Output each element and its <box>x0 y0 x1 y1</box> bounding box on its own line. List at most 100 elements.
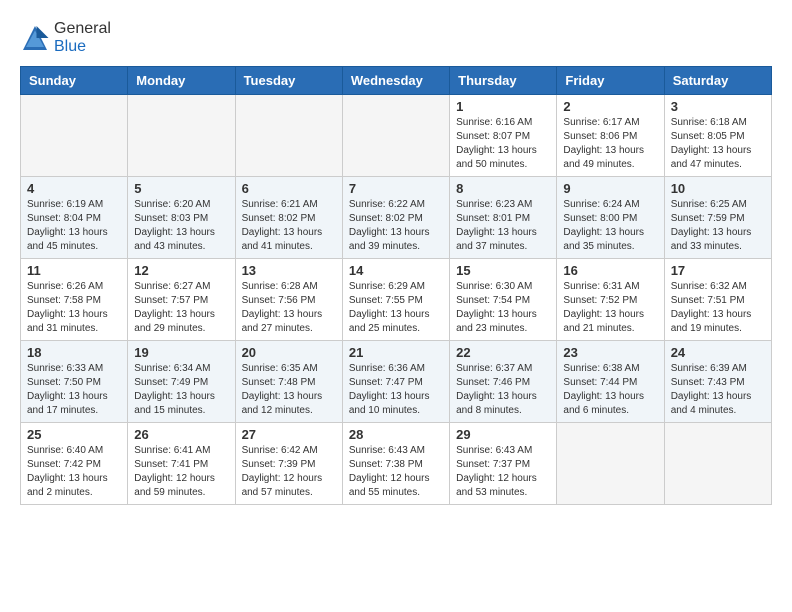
day-info: Sunrise: 6:20 AM Sunset: 8:03 PM Dayligh… <box>134 198 228 254</box>
calendar-cell: 19 Sunrise: 6:34 AM Sunset: 7:49 PM Dayli… <box>128 341 235 423</box>
day-info: Sunrise: 6:43 AM Sunset: 7:38 PM Dayligh… <box>349 444 443 500</box>
day-number: 17 <box>671 263 765 278</box>
day-info: Sunrise: 6:16 AM Sunset: 8:07 PM Dayligh… <box>456 116 550 172</box>
day-number: 29 <box>456 427 550 442</box>
calendar-cell: 1Sunrise: 6:16 AM Sunset: 8:07 PM Daylig… <box>450 95 557 177</box>
day-number: 26 <box>134 427 228 442</box>
day-info: Sunrise: 6:36 AM Sunset: 7:47 PM Dayligh… <box>349 362 443 418</box>
day-number: 13 <box>242 263 336 278</box>
calendar-cell <box>235 95 342 177</box>
day-info: Sunrise: 6:28 AM Sunset: 7:56 PM Dayligh… <box>242 280 336 336</box>
calendar-cell: 6Sunrise: 6:21 AM Sunset: 8:02 PM Daylig… <box>235 177 342 259</box>
calendar-cell <box>128 95 235 177</box>
day-number: 24 <box>671 345 765 360</box>
logo-icon <box>20 23 50 53</box>
calendar-cell: 11 Sunrise: 6:26 AM Sunset: 7:58 PM Dayli… <box>21 259 128 341</box>
day-info: Sunrise: 6:17 AM Sunset: 8:06 PM Dayligh… <box>563 116 657 172</box>
day-number: 15 <box>456 263 550 278</box>
day-number: 2 <box>563 99 657 114</box>
calendar-cell <box>557 423 664 505</box>
calendar-cell: 18 Sunrise: 6:33 AM Sunset: 7:50 PM Dayli… <box>21 341 128 423</box>
calendar-cell: 16 Sunrise: 6:31 AM Sunset: 7:52 PM Dayli… <box>557 259 664 341</box>
day-number: 18 <box>27 345 121 360</box>
calendar-cell: 4 Sunrise: 6:19 AM Sunset: 8:04 PM Daylig… <box>21 177 128 259</box>
day-number: 19 <box>134 345 228 360</box>
day-info: Sunrise: 6:19 AM Sunset: 8:04 PM Dayligh… <box>27 198 121 254</box>
day-number: 14 <box>349 263 443 278</box>
page-header: General Blue <box>20 20 772 56</box>
calendar-cell <box>342 95 449 177</box>
day-number: 28 <box>349 427 443 442</box>
col-header-monday: Monday <box>128 67 235 95</box>
calendar-cell: 25 Sunrise: 6:40 AM Sunset: 7:42 PM Dayli… <box>21 423 128 505</box>
day-info: Sunrise: 6:41 AM Sunset: 7:41 PM Dayligh… <box>134 444 228 500</box>
day-info: Sunrise: 6:18 AM Sunset: 8:05 PM Dayligh… <box>671 116 765 172</box>
calendar-cell: 26 Sunrise: 6:41 AM Sunset: 7:41 PM Dayli… <box>128 423 235 505</box>
day-info: Sunrise: 6:31 AM Sunset: 7:52 PM Dayligh… <box>563 280 657 336</box>
logo-blue-text: Blue <box>54 38 86 55</box>
col-header-sunday: Sunday <box>21 67 128 95</box>
day-info: Sunrise: 6:42 AM Sunset: 7:39 PM Dayligh… <box>242 444 336 500</box>
col-header-wednesday: Wednesday <box>342 67 449 95</box>
day-number: 4 <box>27 181 121 196</box>
day-number: 16 <box>563 263 657 278</box>
day-info: Sunrise: 6:40 AM Sunset: 7:42 PM Dayligh… <box>27 444 121 500</box>
week-row-4: 18 Sunrise: 6:33 AM Sunset: 7:50 PM Dayli… <box>21 341 772 423</box>
day-info: Sunrise: 6:29 AM Sunset: 7:55 PM Dayligh… <box>349 280 443 336</box>
day-number: 9 <box>563 181 657 196</box>
calendar-cell: 27 Sunrise: 6:42 AM Sunset: 7:39 PM Dayli… <box>235 423 342 505</box>
calendar-cell: 24 Sunrise: 6:39 AM Sunset: 7:43 PM Dayli… <box>664 341 771 423</box>
day-number: 5 <box>134 181 228 196</box>
col-header-saturday: Saturday <box>664 67 771 95</box>
week-row-2: 4 Sunrise: 6:19 AM Sunset: 8:04 PM Daylig… <box>21 177 772 259</box>
day-number: 27 <box>242 427 336 442</box>
day-info: Sunrise: 6:23 AM Sunset: 8:01 PM Dayligh… <box>456 198 550 254</box>
calendar-cell: 15 Sunrise: 6:30 AM Sunset: 7:54 PM Dayli… <box>450 259 557 341</box>
day-info: Sunrise: 6:24 AM Sunset: 8:00 PM Dayligh… <box>563 198 657 254</box>
calendar-cell: 10 Sunrise: 6:25 AM Sunset: 7:59 PM Dayli… <box>664 177 771 259</box>
col-header-thursday: Thursday <box>450 67 557 95</box>
day-number: 23 <box>563 345 657 360</box>
col-header-tuesday: Tuesday <box>235 67 342 95</box>
day-info: Sunrise: 6:34 AM Sunset: 7:49 PM Dayligh… <box>134 362 228 418</box>
day-number: 25 <box>27 427 121 442</box>
calendar-cell: 13 Sunrise: 6:28 AM Sunset: 7:56 PM Dayli… <box>235 259 342 341</box>
day-number: 11 <box>27 263 121 278</box>
day-info: Sunrise: 6:37 AM Sunset: 7:46 PM Dayligh… <box>456 362 550 418</box>
calendar-cell: 14 Sunrise: 6:29 AM Sunset: 7:55 PM Dayli… <box>342 259 449 341</box>
day-info: Sunrise: 6:39 AM Sunset: 7:43 PM Dayligh… <box>671 362 765 418</box>
day-info: Sunrise: 6:25 AM Sunset: 7:59 PM Dayligh… <box>671 198 765 254</box>
day-number: 20 <box>242 345 336 360</box>
week-row-5: 25 Sunrise: 6:40 AM Sunset: 7:42 PM Dayli… <box>21 423 772 505</box>
calendar-cell: 21Sunrise: 6:36 AM Sunset: 7:47 PM Dayli… <box>342 341 449 423</box>
calendar-cell: 29 Sunrise: 6:43 AM Sunset: 7:37 PM Dayli… <box>450 423 557 505</box>
calendar-cell: 20 Sunrise: 6:35 AM Sunset: 7:48 PM Dayli… <box>235 341 342 423</box>
day-info: Sunrise: 6:33 AM Sunset: 7:50 PM Dayligh… <box>27 362 121 418</box>
day-number: 6 <box>242 181 336 196</box>
day-info: Sunrise: 6:30 AM Sunset: 7:54 PM Dayligh… <box>456 280 550 336</box>
day-number: 10 <box>671 181 765 196</box>
day-info: Sunrise: 6:43 AM Sunset: 7:37 PM Dayligh… <box>456 444 550 500</box>
col-header-friday: Friday <box>557 67 664 95</box>
day-number: 12 <box>134 263 228 278</box>
day-info: Sunrise: 6:26 AM Sunset: 7:58 PM Dayligh… <box>27 280 121 336</box>
day-number: 22 <box>456 345 550 360</box>
calendar-cell: 22 Sunrise: 6:37 AM Sunset: 7:46 PM Dayli… <box>450 341 557 423</box>
calendar-cell: 12 Sunrise: 6:27 AM Sunset: 7:57 PM Dayli… <box>128 259 235 341</box>
day-info: Sunrise: 6:35 AM Sunset: 7:48 PM Dayligh… <box>242 362 336 418</box>
day-info: Sunrise: 6:27 AM Sunset: 7:57 PM Dayligh… <box>134 280 228 336</box>
calendar-cell <box>21 95 128 177</box>
calendar-cell: 28 Sunrise: 6:43 AM Sunset: 7:38 PM Dayli… <box>342 423 449 505</box>
calendar-cell <box>664 423 771 505</box>
week-row-1: 1Sunrise: 6:16 AM Sunset: 8:07 PM Daylig… <box>21 95 772 177</box>
day-info: Sunrise: 6:22 AM Sunset: 8:02 PM Dayligh… <box>349 198 443 254</box>
calendar-cell: 9 Sunrise: 6:24 AM Sunset: 8:00 PM Daylig… <box>557 177 664 259</box>
logo-general-text: General <box>54 20 111 37</box>
calendar-header-row: SundayMondayTuesdayWednesdayThursdayFrid… <box>21 67 772 95</box>
day-info: Sunrise: 6:38 AM Sunset: 7:44 PM Dayligh… <box>563 362 657 418</box>
week-row-3: 11 Sunrise: 6:26 AM Sunset: 7:58 PM Dayli… <box>21 259 772 341</box>
day-number: 8 <box>456 181 550 196</box>
calendar-table: SundayMondayTuesdayWednesdayThursdayFrid… <box>20 66 772 505</box>
logo: General Blue <box>20 20 111 56</box>
day-number: 7 <box>349 181 443 196</box>
